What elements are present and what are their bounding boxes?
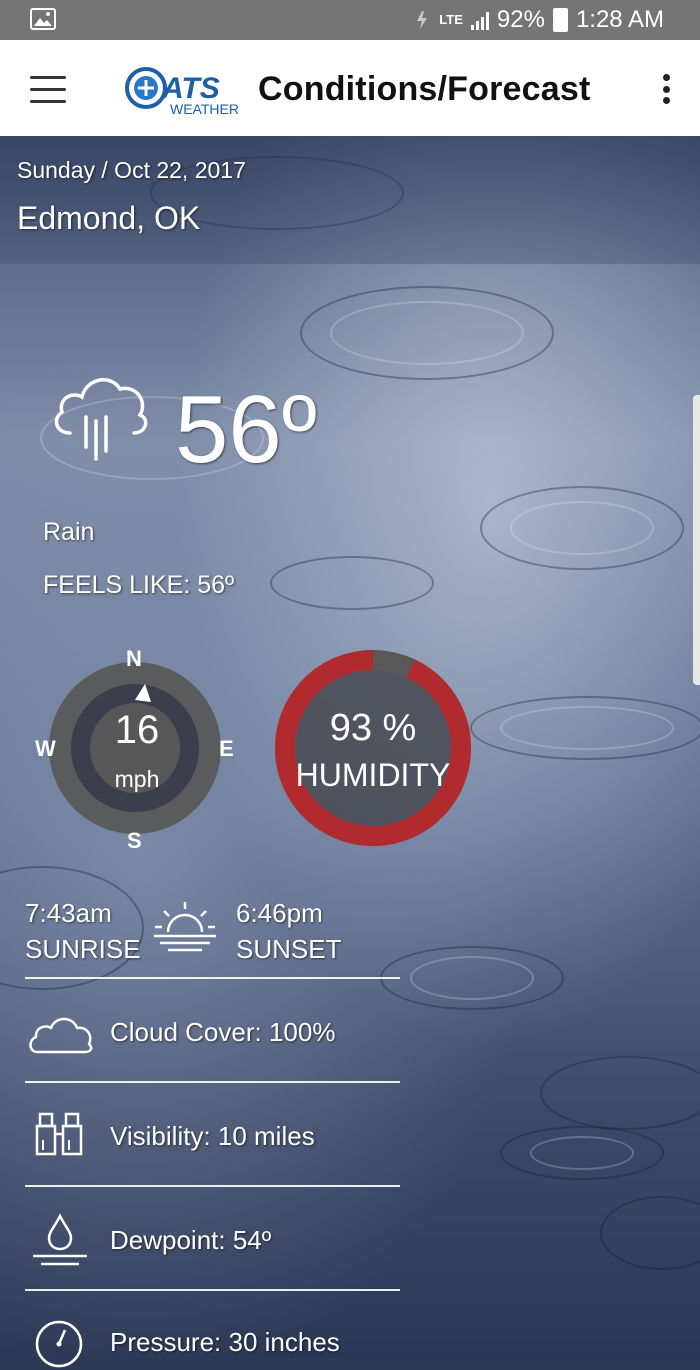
- gauge-icon: [35, 1320, 83, 1368]
- divider: [25, 1289, 400, 1291]
- overflow-menu-icon[interactable]: [662, 74, 670, 104]
- clock: 1:28 AM: [575, 6, 664, 33]
- gallery-notification-icon: [30, 8, 56, 30]
- logo-subtext: WEATHER: [170, 101, 239, 117]
- cloud-icon: [29, 1017, 93, 1054]
- compass-south: S: [127, 828, 142, 853]
- signal-icon: [470, 10, 489, 30]
- visibility-label: Visibility: 10 miles: [110, 1121, 315, 1151]
- data-saver-icon: [417, 11, 428, 29]
- compass-east: E: [219, 736, 234, 761]
- sunrise-sunset-icon: [154, 902, 216, 952]
- sunset-time: 6:46pm: [236, 898, 323, 928]
- sunrise-time: 7:43am: [25, 898, 112, 928]
- cloud-cover-label: Cloud Cover: 100%: [110, 1017, 336, 1047]
- feels-like-label: FEELS LIKE: 56º: [43, 571, 235, 599]
- status-bar: LTE 92% 1:28 AM: [0, 0, 700, 40]
- city-label: Edmond, OK: [17, 200, 201, 236]
- compass-west: W: [35, 736, 56, 761]
- condition-label: Rain: [43, 518, 95, 546]
- battery-percent: 92%: [496, 6, 545, 33]
- humidity-label: HUMIDITY: [295, 757, 451, 793]
- pressure-label: Pressure: 30 inches: [110, 1327, 340, 1357]
- app-bar: ATS WEATHER Conditions/Forecast: [0, 40, 700, 136]
- wind-unit: mph: [114, 766, 160, 792]
- sunset-label: SUNSET: [236, 934, 342, 964]
- network-type: LTE: [439, 12, 463, 27]
- dewpoint-icon: [33, 1213, 87, 1266]
- dewpoint-label: Dewpoint: 54º: [110, 1225, 272, 1255]
- binoculars-icon: [35, 1112, 83, 1156]
- humidity-gauge: 93 % HUMIDITY: [274, 649, 472, 847]
- cloud-rain-icon: [54, 378, 148, 461]
- wind-compass: 16 mph N E S W: [35, 646, 237, 853]
- ats-weather-logo: ATS WEATHER: [125, 67, 239, 117]
- divider: [25, 1185, 400, 1187]
- sunrise-label: SUNRISE: [25, 934, 141, 964]
- menu-icon[interactable]: [30, 76, 66, 106]
- compass-north: N: [126, 646, 142, 671]
- status-indicators: LTE 92% 1:28 AM: [413, 6, 664, 34]
- date-label: Sunday / Oct 22, 2017: [17, 157, 246, 183]
- humidity-value: 93 %: [329, 707, 417, 749]
- battery-icon: [552, 8, 568, 32]
- scroll-indicator: [693, 395, 700, 685]
- wind-speed: 16: [114, 708, 160, 752]
- divider: [25, 977, 400, 979]
- temperature-value: 56º: [175, 376, 317, 483]
- divider: [25, 1081, 400, 1083]
- page-title: Conditions/Forecast: [258, 70, 591, 108]
